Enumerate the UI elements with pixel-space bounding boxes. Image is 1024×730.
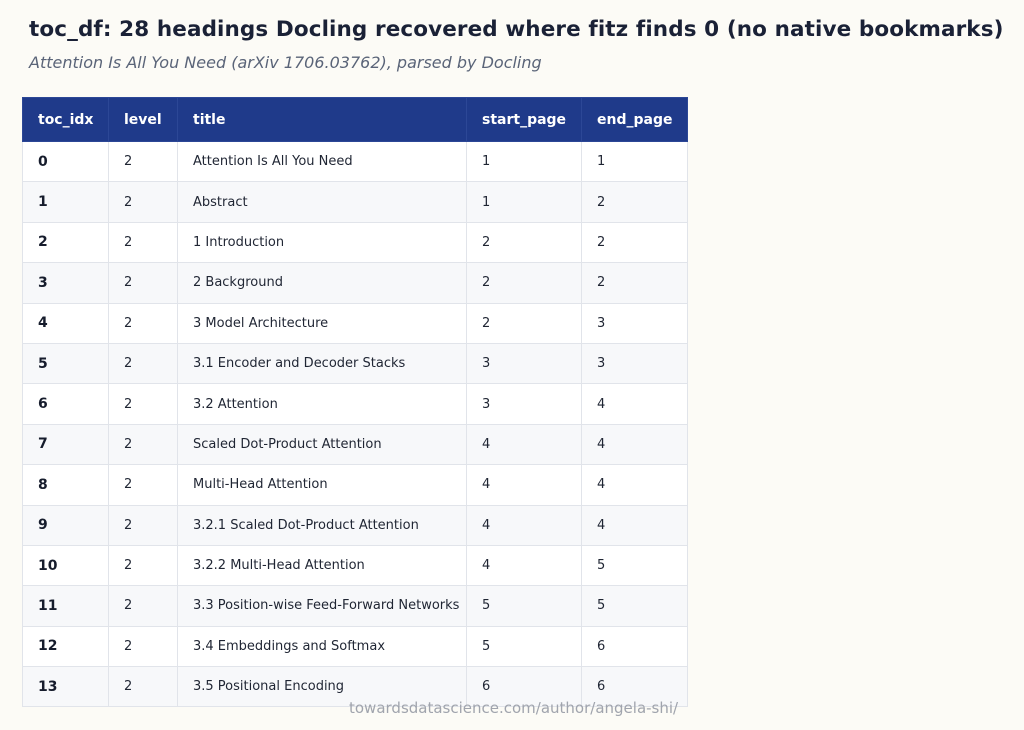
cell-title: Multi-Head Attention xyxy=(177,464,467,506)
cell-level: 2 xyxy=(108,585,178,627)
page-subtitle: Attention Is All You Need (arXiv 1706.03… xyxy=(29,53,542,72)
cell-title: Scaled Dot-Product Attention xyxy=(177,423,467,466)
column-header-end-page[interactable]: end_page xyxy=(581,97,688,142)
cell-start-page: 3 xyxy=(466,383,582,425)
cell-toc-idx: 11 xyxy=(22,585,109,627)
table-row[interactable]: 0 2 Attention Is All You Need 1 1 xyxy=(22,140,688,183)
table-body: 0 2 Attention Is All You Need 1 1 1 2 Ab… xyxy=(22,140,688,708)
cell-toc-idx: 4 xyxy=(22,302,109,344)
cell-level: 2 xyxy=(108,181,178,223)
cell-end-page: 4 xyxy=(581,383,688,425)
cell-start-page: 1 xyxy=(466,140,582,183)
cell-title: 1 Introduction xyxy=(177,221,467,264)
cell-toc-idx: 6 xyxy=(22,383,109,425)
toc-table: toc_idx level title start_page end_page … xyxy=(22,97,688,708)
header-row: toc_idx level title start_page end_page xyxy=(22,97,688,142)
table-row[interactable]: 3 2 2 Background 2 2 xyxy=(22,262,688,304)
cell-title: 3.3 Position-wise Feed-Forward Networks xyxy=(177,585,467,627)
table-row[interactable]: 5 2 3.1 Encoder and Decoder Stacks 3 3 xyxy=(22,342,688,385)
cell-end-page: 1 xyxy=(581,140,688,183)
cell-level: 2 xyxy=(108,544,178,587)
cell-end-page: 5 xyxy=(581,585,688,627)
table-row[interactable]: 10 2 3.2.2 Multi-Head Attention 4 5 xyxy=(22,544,688,587)
cell-level: 2 xyxy=(108,625,178,668)
cell-toc-idx: 8 xyxy=(22,464,109,506)
cell-start-page: 2 xyxy=(466,302,582,344)
cell-level: 2 xyxy=(108,666,178,708)
cell-end-page: 3 xyxy=(581,302,688,344)
cell-start-page: 2 xyxy=(466,221,582,264)
table-row[interactable]: 12 2 3.4 Embeddings and Softmax 5 6 xyxy=(22,625,688,668)
cell-toc-idx: 0 xyxy=(22,140,109,183)
cell-end-page: 4 xyxy=(581,464,688,506)
cell-toc-idx: 10 xyxy=(22,544,109,587)
cell-level: 2 xyxy=(108,302,178,344)
column-header-start-page[interactable]: start_page xyxy=(466,97,582,142)
cell-toc-idx: 7 xyxy=(22,423,109,466)
cell-level: 2 xyxy=(108,383,178,425)
cell-start-page: 4 xyxy=(466,464,582,506)
cell-start-page: 1 xyxy=(466,181,582,223)
cell-level: 2 xyxy=(108,423,178,466)
table-row[interactable]: 9 2 3.2.1 Scaled Dot-Product Attention 4… xyxy=(22,504,688,546)
cell-title: Attention Is All You Need xyxy=(177,140,467,183)
cell-start-page: 5 xyxy=(466,625,582,668)
cell-title: 3.2.2 Multi-Head Attention xyxy=(177,544,467,587)
cell-level: 2 xyxy=(108,464,178,506)
cell-start-page: 3 xyxy=(466,342,582,385)
cell-end-page: 2 xyxy=(581,262,688,304)
column-header-title[interactable]: title xyxy=(177,97,467,142)
cell-title: 3.4 Embeddings and Softmax xyxy=(177,625,467,668)
page: toc_df: 28 headings Docling recovered wh… xyxy=(0,0,1024,730)
cell-level: 2 xyxy=(108,140,178,183)
cell-toc-idx: 3 xyxy=(22,262,109,304)
cell-title: 3.2 Attention xyxy=(177,383,467,425)
cell-start-page: 4 xyxy=(466,423,582,466)
cell-end-page: 5 xyxy=(581,544,688,587)
cell-end-page: 4 xyxy=(581,423,688,466)
cell-start-page: 5 xyxy=(466,585,582,627)
cell-title: 2 Background xyxy=(177,262,467,304)
cell-level: 2 xyxy=(108,342,178,385)
table-row[interactable]: 6 2 3.2 Attention 3 4 xyxy=(22,383,688,425)
cell-end-page: 6 xyxy=(581,625,688,668)
column-header-level[interactable]: level xyxy=(108,97,178,142)
column-header-toc-idx[interactable]: toc_idx xyxy=(22,97,109,142)
table-row[interactable]: 4 2 3 Model Architecture 2 3 xyxy=(22,302,688,344)
cell-end-page: 3 xyxy=(581,342,688,385)
cell-toc-idx: 13 xyxy=(22,666,109,708)
table-row[interactable]: 11 2 3.3 Position-wise Feed-Forward Netw… xyxy=(22,585,688,627)
cell-start-page: 2 xyxy=(466,262,582,304)
table-header: toc_idx level title start_page end_page xyxy=(22,97,688,142)
cell-title: 3.1 Encoder and Decoder Stacks xyxy=(177,342,467,385)
cell-toc-idx: 9 xyxy=(22,504,109,546)
cell-title: Abstract xyxy=(177,181,467,223)
cell-toc-idx: 12 xyxy=(22,625,109,668)
page-title: toc_df: 28 headings Docling recovered wh… xyxy=(29,17,1004,42)
cell-start-page: 4 xyxy=(466,504,582,546)
cell-level: 2 xyxy=(108,504,178,546)
cell-title: 3.2.1 Scaled Dot-Product Attention xyxy=(177,504,467,546)
cell-end-page: 4 xyxy=(581,504,688,546)
cell-level: 2 xyxy=(108,221,178,264)
cell-level: 2 xyxy=(108,262,178,304)
cell-toc-idx: 1 xyxy=(22,181,109,223)
table-row[interactable]: 7 2 Scaled Dot-Product Attention 4 4 xyxy=(22,423,688,466)
table-row[interactable]: 8 2 Multi-Head Attention 4 4 xyxy=(22,464,688,506)
cell-toc-idx: 5 xyxy=(22,342,109,385)
watermark: towardsdatascience.com/author/angela-shi… xyxy=(349,699,679,717)
cell-start-page: 4 xyxy=(466,544,582,587)
cell-end-page: 2 xyxy=(581,181,688,223)
cell-end-page: 2 xyxy=(581,221,688,264)
cell-title: 3 Model Architecture xyxy=(177,302,467,344)
table-row[interactable]: 1 2 Abstract 1 2 xyxy=(22,181,688,223)
cell-toc-idx: 2 xyxy=(22,221,109,264)
table-row[interactable]: 2 2 1 Introduction 2 2 xyxy=(22,221,688,264)
